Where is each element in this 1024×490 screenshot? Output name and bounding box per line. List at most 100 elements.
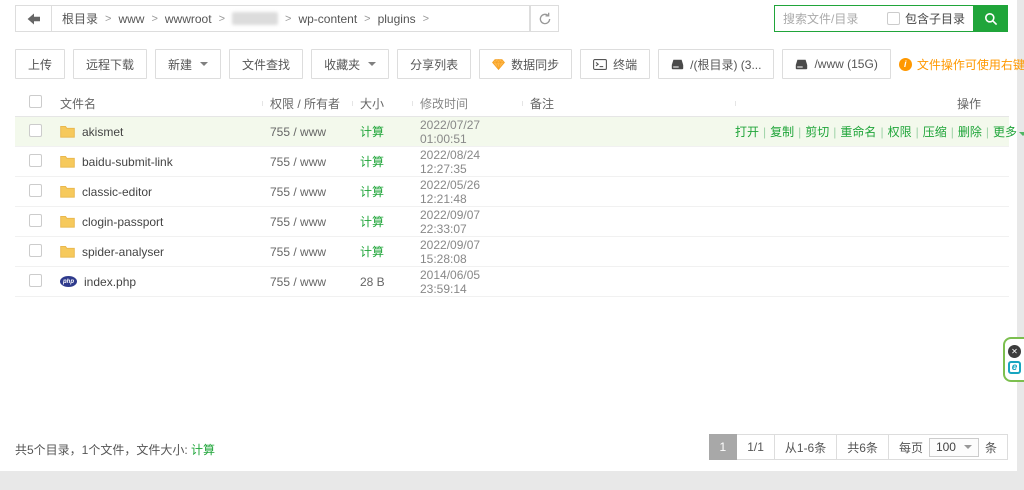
share-list-button[interactable]: 分享列表	[397, 49, 471, 79]
file-name[interactable]: classic-editor	[82, 185, 152, 199]
row-checkbox-cell	[15, 244, 60, 260]
table-row[interactable]: php index.php 755 / www 28 B 2014/06/05 …	[15, 267, 1009, 297]
action-permission[interactable]: 权限	[888, 125, 912, 139]
right-click-tip-label: 文件操作可使用右键	[917, 56, 1024, 73]
disk-root-button[interactable]: /(根目录) (3...	[658, 49, 774, 79]
header-mtime[interactable]: 修改时间	[412, 95, 522, 112]
row-checkbox[interactable]	[29, 124, 42, 137]
action-rename[interactable]: 重命名	[840, 125, 876, 139]
header-size[interactable]: 大小	[352, 95, 412, 112]
remote-download-button[interactable]: 远程下载	[73, 49, 147, 79]
hard-drive-icon	[671, 59, 684, 70]
gem-icon	[492, 59, 505, 70]
extension-widget: ✕ e	[1003, 337, 1024, 382]
include-subdirs-checkbox[interactable]	[887, 12, 900, 25]
file-name[interactable]: baidu-submit-link	[82, 155, 173, 169]
breadcrumb-item-wp-content[interactable]: wp-content	[298, 12, 357, 26]
row-checkbox[interactable]	[29, 274, 42, 287]
table-row[interactable]: classic-editor 755 / www 计算 2022/05/26 1…	[15, 177, 1009, 207]
calc-size-link[interactable]: 计算	[360, 245, 384, 259]
file-mtime: 2014/06/05 23:59:14	[412, 268, 522, 296]
file-name-cell[interactable]: akismet	[60, 125, 262, 139]
upload-label: 上传	[28, 56, 52, 73]
file-name[interactable]: clogin-passport	[82, 215, 163, 229]
file-name[interactable]: akismet	[82, 125, 123, 139]
header-checkbox-cell	[15, 95, 60, 111]
breadcrumb-item-root[interactable]: 根目录	[62, 10, 98, 27]
refresh-button[interactable]	[530, 5, 559, 32]
page-number-current[interactable]: 1	[709, 434, 738, 460]
search-input[interactable]	[775, 12, 887, 26]
folder-icon	[60, 245, 75, 258]
row-checkbox[interactable]	[29, 244, 42, 257]
folder-icon	[60, 155, 75, 168]
row-checkbox[interactable]	[29, 154, 42, 167]
action-more-label: 更多	[993, 125, 1017, 139]
hard-drive-icon	[795, 59, 808, 70]
file-name-cell[interactable]: clogin-passport	[60, 215, 262, 229]
table-row[interactable]: clogin-passport 755 / www 计算 2022/09/07 …	[15, 207, 1009, 237]
action-separator: |	[798, 125, 801, 139]
file-name-cell[interactable]: baidu-submit-link	[60, 155, 262, 169]
calc-size-link[interactable]: 计算	[360, 185, 384, 199]
favorites-label: 收藏夹	[324, 56, 360, 73]
disk-root-label: /(根目录) (3...	[690, 56, 761, 73]
action-cut[interactable]: 剪切	[805, 125, 829, 139]
data-sync-button[interactable]: 数据同步	[479, 49, 572, 79]
table-row[interactable]: akismet 755 / www 计算 2022/07/27 01:00:51…	[15, 117, 1009, 147]
table-row[interactable]: baidu-submit-link 755 / www 计算 2022/08/2…	[15, 147, 1009, 177]
close-icon[interactable]: ✕	[1008, 345, 1021, 358]
new-dropdown-button[interactable]: 新建	[155, 49, 221, 79]
refresh-icon	[538, 12, 552, 26]
e-logo-icon[interactable]: e	[1008, 361, 1021, 374]
disk-www-button[interactable]: /www (15G)	[782, 49, 890, 79]
breadcrumb-item-plugins[interactable]: plugins	[378, 12, 416, 26]
include-subdirs-label: 包含子目录	[905, 10, 965, 27]
upload-button[interactable]: 上传	[15, 49, 65, 79]
include-subdirs-option[interactable]: 包含子目录	[887, 10, 973, 27]
breadcrumb-item-redacted-site[interactable]	[232, 12, 278, 25]
breadcrumb: 根目录 > www > wwwroot > > wp-content > plu…	[15, 5, 530, 32]
file-name-cell[interactable]: classic-editor	[60, 185, 262, 199]
file-search-button[interactable]: 文件查找	[229, 49, 303, 79]
calc-size-link[interactable]: 计算	[360, 215, 384, 229]
action-separator: |	[986, 125, 989, 139]
search-button[interactable]	[974, 5, 1008, 32]
file-name[interactable]: index.php	[84, 275, 136, 289]
file-name-cell[interactable]: php index.php	[60, 275, 262, 289]
breadcrumb-separator: >	[285, 13, 291, 25]
file-name-cell[interactable]: spider-analyser	[60, 245, 262, 259]
breadcrumb-separator: >	[219, 13, 225, 25]
row-checkbox[interactable]	[29, 214, 42, 227]
action-open[interactable]: 打开	[735, 125, 759, 139]
table-row[interactable]: spider-analyser 755 / www 计算 2022/09/07 …	[15, 237, 1009, 267]
calc-size-link[interactable]: 计算	[360, 125, 384, 139]
data-sync-label: 数据同步	[511, 56, 559, 73]
calc-total-size-link[interactable]: 计算	[191, 443, 215, 457]
breadcrumb-item-www[interactable]: www	[118, 12, 144, 26]
row-checkbox[interactable]	[29, 184, 42, 197]
file-manager-panel: 根目录 > www > wwwroot > > wp-content > plu…	[0, 0, 1017, 471]
select-all-checkbox[interactable]	[29, 95, 42, 108]
back-button[interactable]	[16, 6, 52, 31]
action-delete[interactable]: 删除	[958, 125, 982, 139]
folder-icon	[60, 185, 75, 198]
action-more[interactable]: 更多	[993, 125, 1024, 139]
favorites-dropdown-button[interactable]: 收藏夹	[311, 49, 389, 79]
row-checkbox-cell	[15, 184, 60, 200]
terminal-button[interactable]: 终端	[580, 49, 650, 79]
action-compress[interactable]: 压缩	[923, 125, 947, 139]
file-name[interactable]: spider-analyser	[82, 245, 164, 259]
info-icon: i	[899, 58, 912, 71]
breadcrumb-item-wwwroot[interactable]: wwwroot	[165, 12, 212, 26]
file-mtime: 2022/08/24 12:27:35	[412, 148, 522, 176]
row-checkbox-cell	[15, 214, 60, 230]
action-copy[interactable]: 复制	[770, 125, 794, 139]
chevron-down-icon	[1019, 132, 1024, 136]
per-page-select[interactable]: 100	[929, 438, 979, 457]
calc-size-link[interactable]: 计算	[360, 155, 384, 169]
header-note[interactable]: 备注	[522, 95, 735, 112]
folder-icon	[60, 215, 75, 228]
header-filename[interactable]: 文件名	[60, 95, 262, 112]
header-permissions[interactable]: 权限 / 所有者	[262, 95, 352, 112]
